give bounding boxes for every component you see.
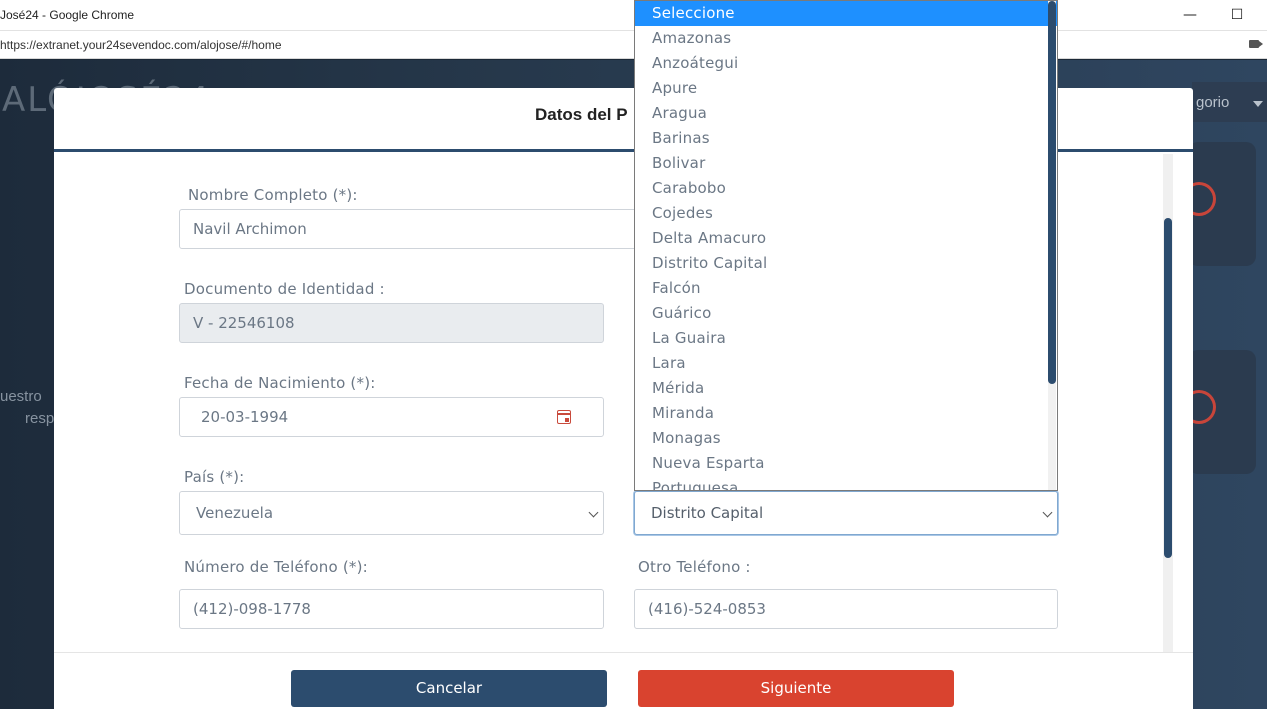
state-option[interactable]: Guárico xyxy=(635,301,1057,326)
minimize-button[interactable]: — xyxy=(1180,6,1200,24)
state-option[interactable]: Miranda xyxy=(635,401,1057,426)
full-name-input[interactable]: Navil Archimon xyxy=(179,209,639,249)
id-document-label: Documento de Identidad : xyxy=(184,280,385,298)
background-text-line: uestro xyxy=(0,388,42,405)
state-option[interactable]: Seleccione xyxy=(635,1,1057,26)
calendar-icon[interactable] xyxy=(557,410,571,424)
phone-label: Número de Teléfono (*): xyxy=(184,558,368,576)
maximize-button[interactable]: ☐ xyxy=(1227,6,1247,24)
full-name-label: Nombre Completo (*): xyxy=(188,186,358,204)
state-option[interactable]: Monagas xyxy=(635,426,1057,451)
state-option[interactable]: Lara xyxy=(635,351,1057,376)
url-text[interactable]: https://extranet.your24sevendoc.com/aloj… xyxy=(0,38,282,52)
other-phone-label: Otro Teléfono : xyxy=(638,558,751,576)
other-phone-input[interactable]: (416)-524-0853 xyxy=(634,589,1058,629)
birth-date-value: 20-03-1994 xyxy=(201,408,289,426)
country-select[interactable]: Venezuela xyxy=(179,491,604,535)
id-document-input: V - 22546108 xyxy=(179,303,604,343)
modal-scrollbar-thumb[interactable] xyxy=(1164,218,1172,558)
background-text: uestro resp xyxy=(0,386,54,430)
state-option[interactable]: Falcón xyxy=(635,276,1057,301)
state-select-value: Distrito Capital xyxy=(651,504,764,522)
state-option[interactable]: Bolivar xyxy=(635,151,1057,176)
state-option[interactable]: Delta Amacuro xyxy=(635,226,1057,251)
country-select-value: Venezuela xyxy=(196,504,274,522)
state-option[interactable]: Anzoátegui xyxy=(635,51,1057,76)
state-options: Seleccione Amazonas Anzoátegui Apure Aragua B… xyxy=(635,1,1057,490)
state-option[interactable]: Barinas xyxy=(635,126,1057,151)
state-option[interactable]: Distrito Capital xyxy=(635,251,1057,276)
category-menu[interactable]: gorio xyxy=(1192,82,1267,122)
state-option[interactable]: La Guaira xyxy=(635,326,1057,351)
service-card[interactable] xyxy=(1182,142,1256,266)
state-option[interactable]: Aragua xyxy=(635,101,1057,126)
birth-date-input[interactable]: 20-03-1994 xyxy=(179,397,604,437)
state-option[interactable]: Nueva Esparta xyxy=(635,451,1057,476)
state-option[interactable]: Cojedes xyxy=(635,201,1057,226)
service-card[interactable] xyxy=(1182,350,1256,474)
camera-icon[interactable] xyxy=(1249,40,1263,48)
state-option[interactable]: Mérida xyxy=(635,376,1057,401)
window-title: José24 - Google Chrome xyxy=(0,8,135,22)
state-option[interactable]: Amazonas xyxy=(635,26,1057,51)
phone-input[interactable]: (412)-098-1778 xyxy=(179,589,604,629)
cancel-button[interactable]: Cancelar xyxy=(291,670,607,707)
background-text-line: resp xyxy=(25,410,55,427)
state-option[interactable]: Carabobo xyxy=(635,176,1057,201)
next-button[interactable]: Siguiente xyxy=(638,670,954,707)
state-select[interactable]: Distrito Capital xyxy=(634,491,1058,535)
chevron-down-icon xyxy=(588,507,599,518)
state-dropdown-list[interactable]: Seleccione Amazonas Anzoátegui Apure Aragua B… xyxy=(634,0,1058,491)
modal-title: Datos del P xyxy=(535,105,628,124)
state-option[interactable]: Portuguesa xyxy=(635,476,1057,490)
state-option[interactable]: Apure xyxy=(635,76,1057,101)
country-label: País (*): xyxy=(184,468,245,486)
dropdown-scrollbar-thumb[interactable] xyxy=(1048,1,1056,384)
chevron-down-icon xyxy=(1042,507,1053,518)
modal-footer: Cancelar Siguiente xyxy=(54,652,1193,709)
birth-date-label: Fecha de Nacimiento (*): xyxy=(184,374,376,392)
